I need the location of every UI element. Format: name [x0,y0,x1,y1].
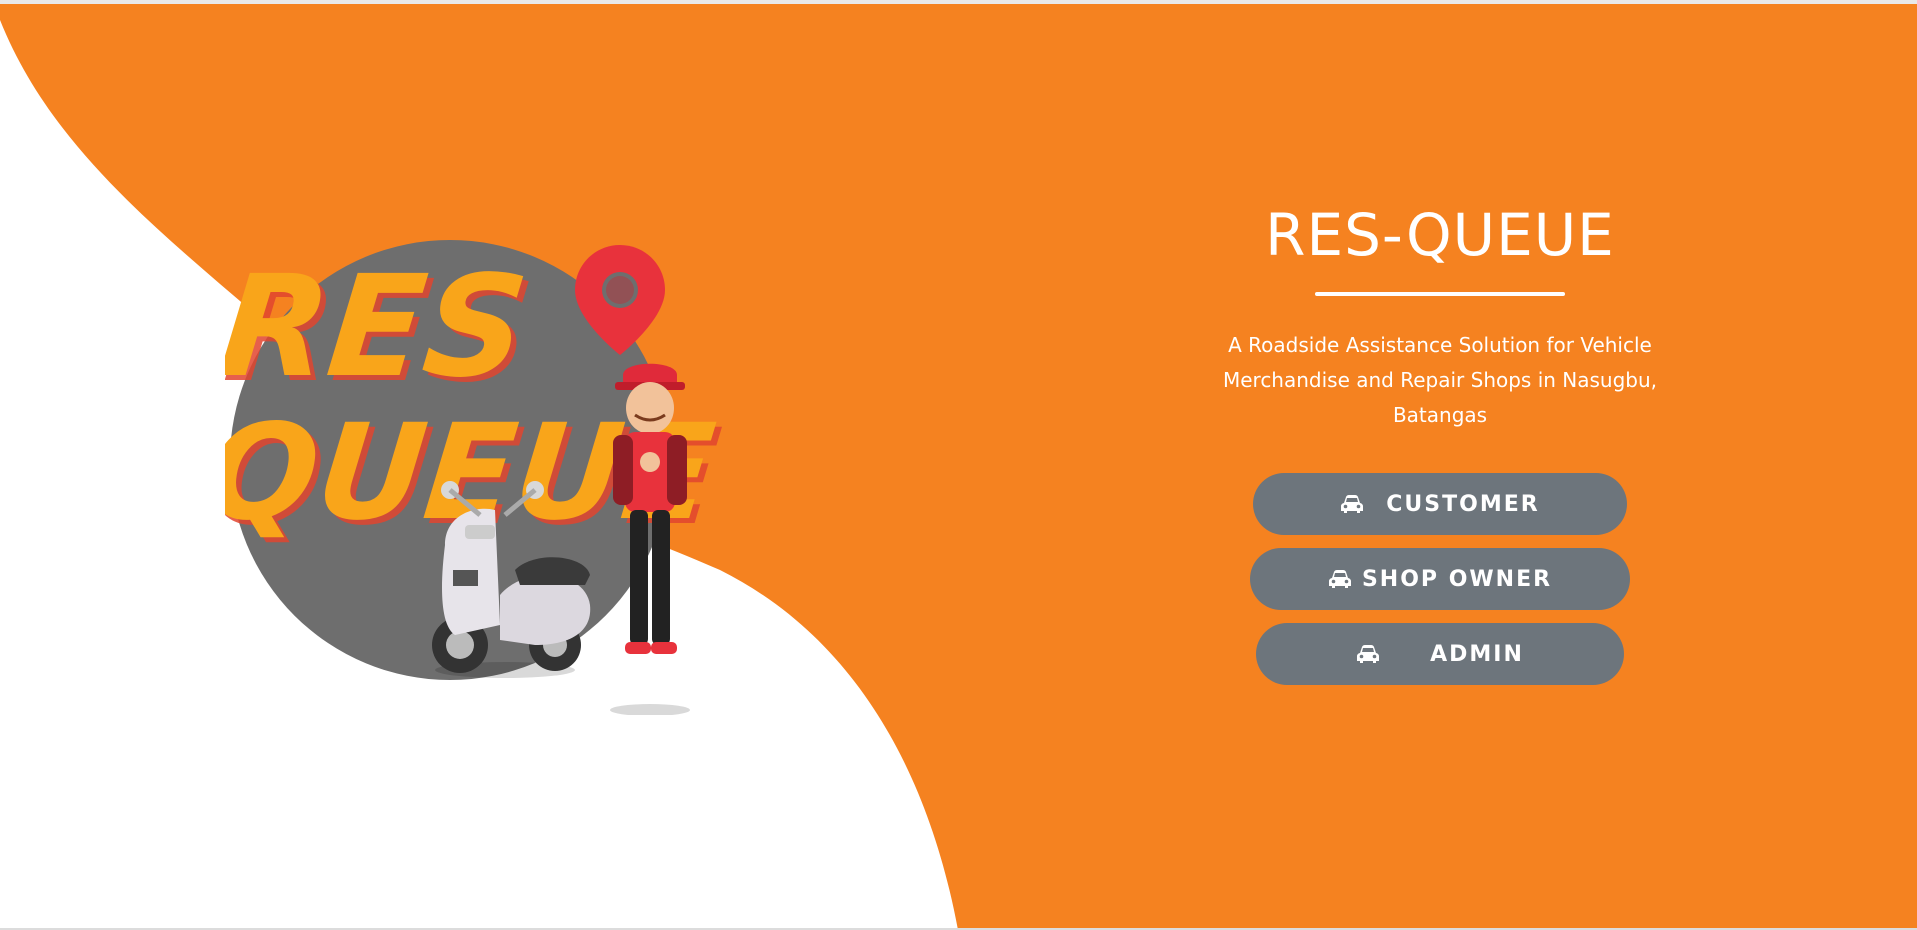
shop-owner-button[interactable]: SHOP OWNER [1250,548,1630,610]
car-icon [1341,495,1364,513]
admin-button-label: ADMIN [1430,641,1524,667]
logo-text-res: RES [225,246,534,409]
title-divider [1315,292,1565,296]
role-button-group: CUSTOMER SHOP OWNER ADMIN [1130,473,1750,685]
hero-content: RES-QUEUE A Roadside Assistance Solution… [1130,190,1750,685]
customer-button-label: CUSTOMER [1386,491,1540,517]
car-icon [1357,645,1380,663]
admin-button[interactable]: ADMIN [1256,623,1624,685]
shop-owner-button-label: SHOP OWNER [1361,566,1553,592]
page-subtitle: A Roadside Assistance Solution for Vehic… [1222,333,1658,427]
hero-illustration: RES RES QUEUE QUEUE [198,235,726,716]
customer-button[interactable]: CUSTOMER [1253,473,1627,535]
top-border [0,0,1917,4]
page-title: RES-QUEUE [1265,201,1615,269]
car-icon [1328,570,1351,588]
landing-page: RES RES QUEUE QUEUE RES-QUEUE A Roadside… [0,0,1917,930]
